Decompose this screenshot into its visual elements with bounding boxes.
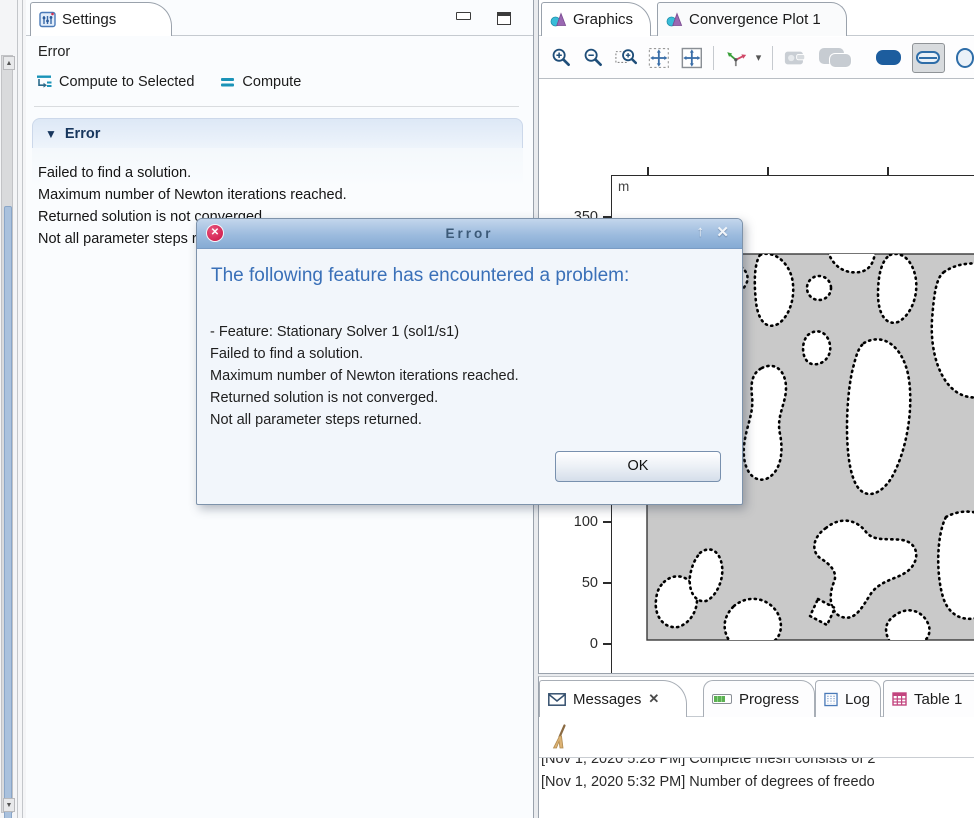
panel-divider xyxy=(17,0,18,818)
progress-bar-icon xyxy=(712,694,732,704)
compute-icon xyxy=(220,76,235,88)
y-tick xyxy=(603,582,612,584)
tab-convergence-plot-label: Convergence Plot 1 xyxy=(689,11,821,28)
error-dialog: ✕ Error ↑ ✕ The following feature has en… xyxy=(196,218,743,505)
compute-button[interactable]: Compute xyxy=(220,74,301,90)
error-detail-line: Returned solution is not converged. xyxy=(210,387,519,409)
tab-close-icon[interactable]: ✕ xyxy=(648,691,659,707)
panel-divider xyxy=(22,0,23,818)
wireframe-domain-toggle-pressed[interactable] xyxy=(912,43,945,73)
maximize-icon[interactable] xyxy=(497,12,511,25)
image-snapshot-icon-disabled xyxy=(784,48,807,68)
error-dialog-titlebar[interactable]: ✕ Error ↑ ✕ xyxy=(197,219,742,249)
messages-envelope-icon xyxy=(548,693,566,706)
error-message-line: Maximum number of Newton iterations reac… xyxy=(38,184,523,206)
y-tick xyxy=(603,643,612,645)
ok-button[interactable]: OK xyxy=(555,451,721,482)
settings-subtitle: Error xyxy=(38,44,70,60)
view-orientation-icon[interactable] xyxy=(725,47,748,69)
copy-plot-icon-disabled xyxy=(819,48,851,67)
graphics-plot-icon xyxy=(550,12,567,27)
tab-graphics[interactable]: Graphics xyxy=(541,2,651,36)
error-detail-line: Maximum number of Newton iterations reac… xyxy=(210,365,519,387)
tab-settings-label: Settings xyxy=(62,11,116,28)
convergence-plot-icon xyxy=(666,12,683,27)
divider xyxy=(34,106,519,107)
error-message-line: Failed to find a solution. xyxy=(38,162,523,184)
error-dialog-title: Error xyxy=(445,226,493,241)
zoom-fit-icon[interactable] xyxy=(681,46,703,70)
error-section-title: Error xyxy=(65,126,100,142)
compute-label: Compute xyxy=(242,74,301,90)
chevron-down-icon[interactable]: ▾ xyxy=(756,51,762,64)
zoom-box-icon[interactable] xyxy=(615,46,638,69)
zoom-in-icon[interactable] xyxy=(551,46,572,69)
y-tick-label: 0 xyxy=(558,636,598,652)
tab-log-label: Log xyxy=(845,691,870,708)
graphics-tabbar: Graphics Convergence Plot 1 xyxy=(539,0,974,36)
error-detail-line: Not all parameter steps returned. xyxy=(210,409,519,431)
settings-icon xyxy=(39,11,56,28)
error-detail-line: - Feature: Stationary Solver 1 (sol1/s1) xyxy=(210,321,519,343)
error-detail-line: Failed to find a solution. xyxy=(210,343,519,365)
table-icon xyxy=(892,692,907,706)
tab-log[interactable]: Log xyxy=(815,680,881,717)
tab-messages[interactable]: Messages ✕ xyxy=(539,680,687,717)
tab-table-1-label: Table 1 xyxy=(914,691,962,708)
x-tick xyxy=(887,167,889,175)
dialog-up-arrow-icon[interactable]: ↑ xyxy=(697,223,705,240)
outline-pill-icon xyxy=(916,51,940,64)
scroll-down-button[interactable]: ▼ xyxy=(3,798,15,812)
settings-tabbar: Settings xyxy=(26,0,533,36)
tab-graphics-label: Graphics xyxy=(573,11,633,28)
y-tick-label: 100 xyxy=(558,514,598,530)
messages-toolbar xyxy=(539,717,974,757)
compute-to-selected-icon xyxy=(36,74,52,90)
toolbar-separator xyxy=(772,46,773,70)
collapse-caret-icon: ▼ xyxy=(45,127,57,141)
axis-unit-label: m xyxy=(618,179,629,194)
minimize-icon[interactable] xyxy=(456,12,471,20)
filled-domain-toggle[interactable] xyxy=(876,50,901,65)
y-tick xyxy=(603,521,612,523)
messages-log: [Nov 1, 2020 5:28 PM] Complete mesh cons… xyxy=(541,758,974,818)
y-tick-label: 50 xyxy=(558,575,598,591)
error-dialog-details: - Feature: Stationary Solver 1 (sol1/s1)… xyxy=(210,321,519,431)
log-icon xyxy=(824,692,838,707)
toolbar-separator xyxy=(713,46,714,70)
bottom-panel: Messages ✕ Progress Log xyxy=(538,676,974,818)
compute-to-selected-button[interactable]: Compute to Selected xyxy=(36,74,194,90)
error-section-header[interactable]: ▼ Error xyxy=(32,118,523,148)
bottom-tabbar: Messages ✕ Progress Log xyxy=(539,677,974,717)
x-tick xyxy=(767,167,769,175)
circle-toggle-icon[interactable] xyxy=(956,48,974,68)
message-line: [Nov 1, 2020 5:32 PM] Number of degrees … xyxy=(541,771,974,794)
clear-messages-broom-icon[interactable] xyxy=(550,724,570,750)
dialog-close-icon[interactable]: ✕ xyxy=(716,223,729,241)
tab-progress[interactable]: Progress xyxy=(703,680,815,717)
tab-convergence-plot[interactable]: Convergence Plot 1 xyxy=(657,2,847,36)
scrollbar-track[interactable]: ▲ ▼ xyxy=(1,55,13,813)
tab-progress-label: Progress xyxy=(739,691,799,708)
model-builder-edge: ▲ ▼ xyxy=(0,0,26,818)
error-dialog-heading: The following feature has encountered a … xyxy=(211,265,629,287)
settings-toolbar: Compute to Selected Compute xyxy=(36,74,301,90)
graphics-toolbar: ▾ xyxy=(539,37,974,79)
tab-messages-label: Messages xyxy=(573,691,641,708)
error-badge-icon: ✕ xyxy=(206,224,224,242)
scrollbar-thumb[interactable] xyxy=(4,206,12,818)
zoom-extents-icon[interactable] xyxy=(648,46,670,70)
tab-table-1[interactable]: Table 1 xyxy=(883,680,974,717)
zoom-out-icon[interactable] xyxy=(583,46,604,69)
x-tick xyxy=(647,167,649,175)
tab-settings[interactable]: Settings xyxy=(30,2,172,36)
scroll-up-button[interactable]: ▲ xyxy=(3,56,15,70)
compute-to-selected-label: Compute to Selected xyxy=(59,74,194,90)
message-line: [Nov 1, 2020 5:28 PM] Complete mesh cons… xyxy=(541,758,974,771)
error-dialog-body: The following feature has encountered a … xyxy=(197,249,742,504)
